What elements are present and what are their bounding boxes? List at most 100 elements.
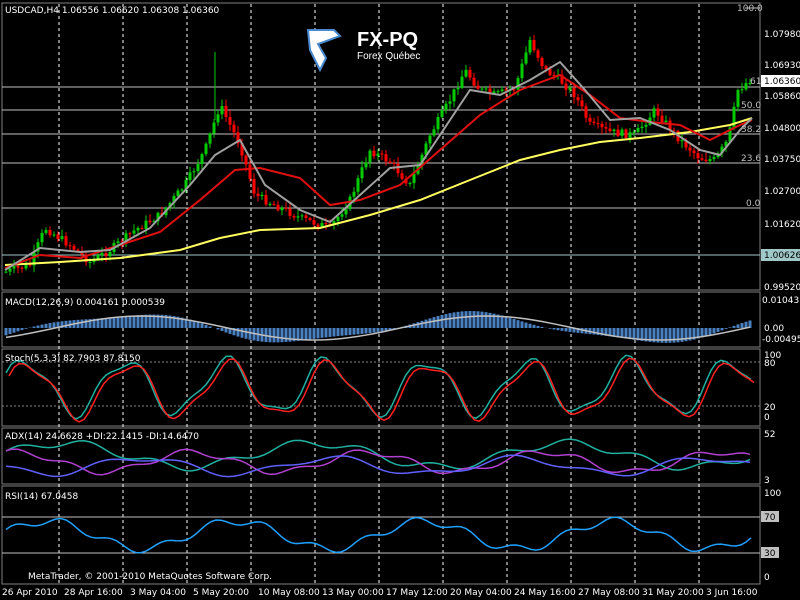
candle-body <box>444 103 448 111</box>
macd-bar <box>440 314 444 328</box>
macd-bar <box>32 326 36 328</box>
macd-bar <box>24 328 28 329</box>
current-price-label: 1.06360 <box>764 77 800 87</box>
candle-body <box>144 220 148 229</box>
candle-body <box>428 135 432 144</box>
candle-body <box>376 153 380 157</box>
macd-bar <box>668 328 672 343</box>
candle-body <box>200 154 204 164</box>
price-tick: 1.04800 <box>764 124 800 134</box>
macd-bar <box>568 328 572 332</box>
candle-body <box>640 126 644 128</box>
candle-body <box>392 162 396 164</box>
candle-body <box>232 124 236 133</box>
rsi-panel[interactable]: RSI(14) 67.0458 100 70 30 0 MetaTrader, … <box>2 489 781 583</box>
candle-body <box>280 207 284 211</box>
main-price-panel[interactable]: FX-PQ Forex Québec USDCAD,H4 1.06556 1.0… <box>2 4 800 293</box>
candle-body <box>452 89 456 102</box>
macd-bar <box>552 328 556 330</box>
candle-body <box>708 159 712 162</box>
macd-bar <box>436 316 440 328</box>
candle-body <box>380 153 384 155</box>
stoch-scale-80: 80 <box>764 359 776 369</box>
macd-bar <box>108 317 112 328</box>
candle-body <box>628 132 632 138</box>
candle-body <box>740 89 744 91</box>
candle-body <box>656 108 660 116</box>
price-tick: 1.07980 <box>764 30 800 40</box>
candle-body <box>308 218 312 220</box>
vertical-gridlines <box>58 4 700 584</box>
candle-body <box>440 110 444 118</box>
candle-body <box>44 230 48 233</box>
macd-scale-bottom: -0.00495 <box>762 335 800 345</box>
candle-body <box>736 90 740 107</box>
chart-frames <box>1 2 761 585</box>
candle-body <box>196 163 200 172</box>
candle-body <box>544 66 548 69</box>
macd-bar <box>372 328 376 333</box>
macd-bar <box>364 328 368 334</box>
candle-body <box>256 193 260 197</box>
time-tick: 27 May 08:00 <box>578 588 640 598</box>
candle-body <box>612 129 616 132</box>
macd-bar <box>64 320 68 328</box>
stoch-scale-20: 20 <box>764 403 776 413</box>
rsi-scale-0: 0 <box>764 573 770 583</box>
time-tick: 5 May 20:00 <box>193 588 249 598</box>
candle-body <box>132 230 136 234</box>
time-axis: 26 Apr 2010 28 Apr 16:00 3 May 04:00 5 M… <box>2 588 758 598</box>
macd-bar <box>532 324 536 328</box>
macd-bar <box>536 325 540 328</box>
macd-bar <box>592 328 596 335</box>
candle-body <box>584 106 588 118</box>
macd-bar <box>140 314 144 328</box>
candle-body <box>396 163 400 174</box>
candle-body <box>412 173 416 183</box>
candle-body <box>744 83 748 90</box>
current-price-tag: 1.06360 <box>761 75 800 87</box>
adx-panel[interactable]: ADX(14) 24.6628 +DI:22.1415 -DI:14.6470 … <box>5 430 775 486</box>
level-price-tag: 1.00626 <box>761 249 800 261</box>
candle-body <box>652 108 656 118</box>
time-tick: 3 May 04:00 <box>130 588 186 598</box>
candle-body <box>312 219 316 225</box>
candle-body <box>516 78 520 90</box>
macd-bar <box>352 328 356 335</box>
stochastic-panel[interactable]: Stoch(5,3,3) 82.7903 87.8150 100 80 20 0 <box>2 351 781 423</box>
candle-body <box>284 207 288 209</box>
macd-bar <box>328 328 332 337</box>
macd-bar <box>284 328 288 342</box>
candle-body <box>408 182 412 184</box>
macd-bar <box>136 315 140 328</box>
candle-body <box>524 52 528 64</box>
candle-body <box>608 128 612 132</box>
macd-bar <box>524 322 528 328</box>
macd-bar <box>208 326 212 328</box>
candle-body <box>304 215 308 219</box>
candle-body <box>56 234 60 240</box>
macd-panel[interactable]: MACD(12,26,9) 0.004161 0.000539 0.010431… <box>4 296 800 345</box>
adx-scale-top: 52 <box>764 430 775 440</box>
macd-bar <box>508 317 512 328</box>
macd-bar <box>280 328 284 343</box>
candle-body <box>480 88 484 90</box>
macd-bar <box>360 328 364 334</box>
candle-body <box>644 124 648 127</box>
fib-label-0: 0.0 <box>746 199 761 209</box>
candle-body <box>188 172 192 181</box>
macd-bar <box>476 311 480 328</box>
price-tick: 0.99520 <box>764 283 800 293</box>
macd-bar <box>456 311 460 328</box>
candle-body <box>580 100 584 107</box>
macd-bar <box>300 328 304 341</box>
candle-body <box>300 215 304 217</box>
candle-body <box>576 97 580 101</box>
fib-label-38: 38.2 <box>741 125 761 135</box>
price-tick: 1.02700 <box>764 187 800 197</box>
macd-bar <box>196 322 200 328</box>
macd-bar <box>124 316 128 328</box>
macd-bar <box>368 328 372 334</box>
candle-body <box>592 121 596 124</box>
candle-body <box>64 236 68 246</box>
